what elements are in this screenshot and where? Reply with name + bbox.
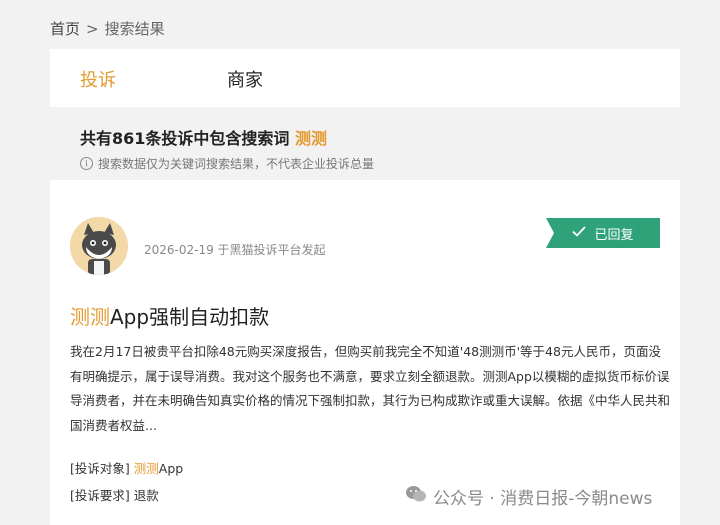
target-keyword: 测测 xyxy=(133,461,159,476)
result-count: 共有861条投诉中包含搜索词 测测 xyxy=(80,125,374,149)
search-keyword: 测测 xyxy=(294,129,327,148)
watermark: 公众号 · 消费日报-今朝news xyxy=(405,484,652,509)
tab-bar: 投诉 商家 xyxy=(50,49,680,107)
complaint-request: [投诉要求] 退款 xyxy=(70,485,159,504)
avatar xyxy=(70,217,128,275)
check-icon xyxy=(572,225,587,241)
tab-merchants[interactable]: 商家 xyxy=(227,66,263,92)
status-badge: 已回复 xyxy=(546,218,660,248)
search-summary: 共有861条投诉中包含搜索词 测测 i 搜索数据仅为关键词搜索结果，不代表企业投… xyxy=(80,125,374,172)
request-label: [投诉要求] xyxy=(70,488,130,503)
watermark-text: 公众号 · 消费日报-今朝news xyxy=(433,489,653,509)
title-keyword: 测测 xyxy=(70,305,110,329)
complaint-meta: 2026-02-19 于黑猫投诉平台发起 xyxy=(144,243,326,257)
tab-complaints[interactable]: 投诉 xyxy=(80,66,116,92)
breadcrumb: 首页 > 搜索结果 xyxy=(50,18,165,39)
breadcrumb-home[interactable]: 首页 xyxy=(50,20,80,38)
search-note-text: 搜索数据仅为关键词搜索结果，不代表企业投诉总量 xyxy=(98,157,375,171)
complaint-title[interactable]: 测测App强制自动扣款 xyxy=(70,301,269,330)
title-text: App强制自动扣款 xyxy=(110,305,270,329)
cat-avatar-icon xyxy=(70,217,128,275)
breadcrumb-current: 搜索结果 xyxy=(104,20,165,38)
complaint-body: 我在2月17日被贵平台扣除48元购买深度报告，但购买前我完全不知道'48测测币'… xyxy=(70,344,670,433)
result-count-text: 共有861条投诉中包含搜索词 xyxy=(80,129,290,148)
wechat-icon xyxy=(405,485,427,508)
target-rest: App xyxy=(158,461,184,476)
target-label: [投诉对象] xyxy=(70,461,130,476)
request-value: 退款 xyxy=(133,488,159,503)
complaint-card[interactable]: 2026-02-19 于黑猫投诉平台发起 已回复 测测App强制自动扣款 我在2… xyxy=(50,180,680,525)
breadcrumb-separator: > xyxy=(86,20,99,38)
status-label: 已回复 xyxy=(594,227,634,243)
complaint-target: [投诉对象] 测测App xyxy=(70,458,183,477)
info-icon: i xyxy=(80,157,93,170)
search-note: i 搜索数据仅为关键词搜索结果，不代表企业投诉总量 xyxy=(80,155,374,172)
